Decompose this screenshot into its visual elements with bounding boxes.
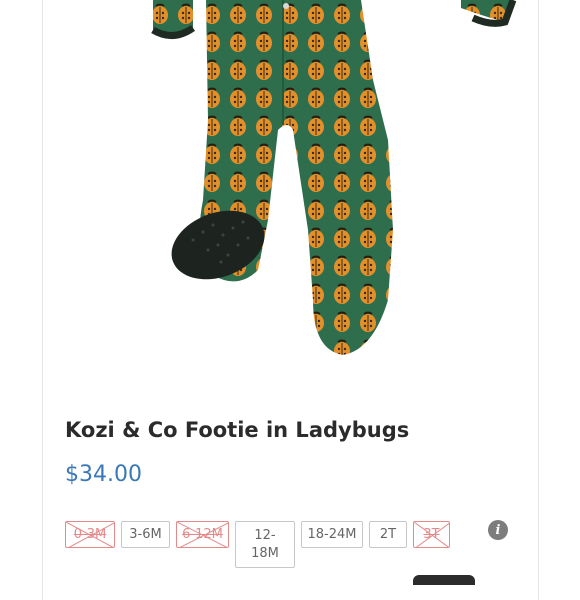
- size-option-label: 0-3M: [73, 526, 107, 542]
- size-option-label: 18-24M: [307, 526, 357, 542]
- size-option-label: 3-6M: [129, 526, 162, 542]
- size-option-3t: 3T: [413, 521, 450, 548]
- info-icon[interactable]: i: [488, 520, 508, 540]
- size-option-label: 3T: [423, 526, 440, 542]
- size-option-label: 12- 18M: [251, 527, 279, 561]
- product-photo[interactable]: [43, 0, 537, 383]
- size-option-0-3m: 0-3M: [65, 521, 115, 548]
- size-option-6-12m: 6-12M: [176, 521, 229, 548]
- footie-image: [43, 0, 537, 383]
- product-price: $34.00: [65, 462, 142, 487]
- size-option-3-6m[interactable]: 3-6M: [121, 521, 170, 548]
- product-title: Kozi & Co Footie in Ladybugs: [65, 418, 410, 442]
- size-option-label: 2T: [379, 526, 397, 542]
- size-option-18-24m[interactable]: 18-24M: [301, 521, 363, 548]
- size-option-2t[interactable]: 2T: [369, 521, 407, 548]
- bottom-tab[interactable]: [413, 575, 475, 585]
- size-option-label: 6-12M: [182, 526, 223, 542]
- size-option-12-18m[interactable]: 12- 18M: [235, 521, 295, 568]
